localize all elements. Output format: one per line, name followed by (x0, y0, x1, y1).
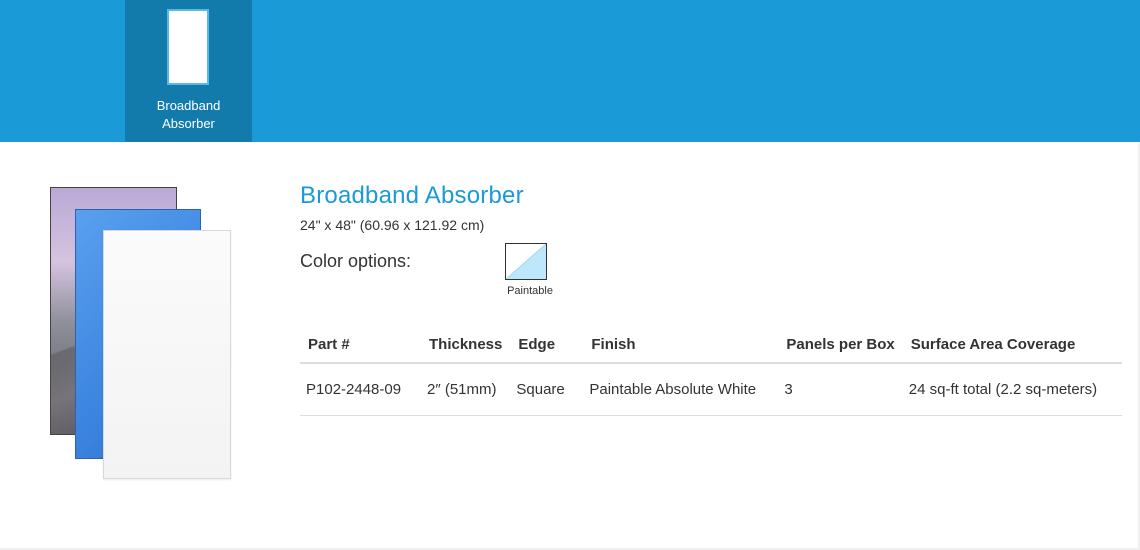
header-panels-per-box: Panels per Box (778, 327, 903, 364)
swatch-paintable[interactable] (505, 243, 547, 280)
spec-table-header-row: Part # Thickness Edge Finish Panels per … (300, 327, 1122, 364)
header-edge: Edge (510, 327, 584, 364)
tab-label-line1: Broadband (156, 98, 221, 113)
header-finish: Finish (583, 327, 779, 364)
cell-panels-per-box: 3 (778, 363, 903, 416)
paintable-swatch-icon (506, 244, 546, 279)
panel-image-white (103, 230, 231, 479)
panel-thumbnail-icon (167, 9, 209, 85)
cell-thickness: 2″ (51mm) (421, 363, 511, 416)
product-title: Broadband Absorber (300, 182, 524, 209)
tab-label-line2: Absorber (162, 116, 215, 131)
color-options-label: Color options: (300, 251, 412, 271)
product-dimensions: 24" x 48" (60.96 x 121.92 cm) (300, 217, 485, 233)
cell-surface-area: 24 sq-ft total (2.2 sq-meters) (902, 363, 1122, 416)
tab-broadband-absorber[interactable]: Broadband Absorber (125, 0, 252, 142)
table-row: P102-2448-09 2″ (51mm) Square Paintable … (300, 363, 1122, 416)
cell-part-number: P102-2448-09 (300, 363, 421, 416)
swatch-label: Paintable (507, 285, 553, 297)
cell-finish: Paintable Absolute White (583, 363, 779, 416)
product-image (0, 142, 280, 550)
header-surface-area: Surface Area Coverage (902, 327, 1122, 364)
header-thickness: Thickness (421, 327, 511, 364)
product-detail: Broadband Absorber 24" x 48" (60.96 x 12… (0, 142, 1140, 550)
product-tab-bar: Broadband Absorber (0, 0, 1140, 142)
tab-label: Broadband Absorber (125, 97, 252, 133)
header-part-number: Part # (300, 327, 421, 364)
cell-edge: Square (510, 363, 584, 416)
spec-table: Part # Thickness Edge Finish Panels per … (300, 327, 1122, 416)
